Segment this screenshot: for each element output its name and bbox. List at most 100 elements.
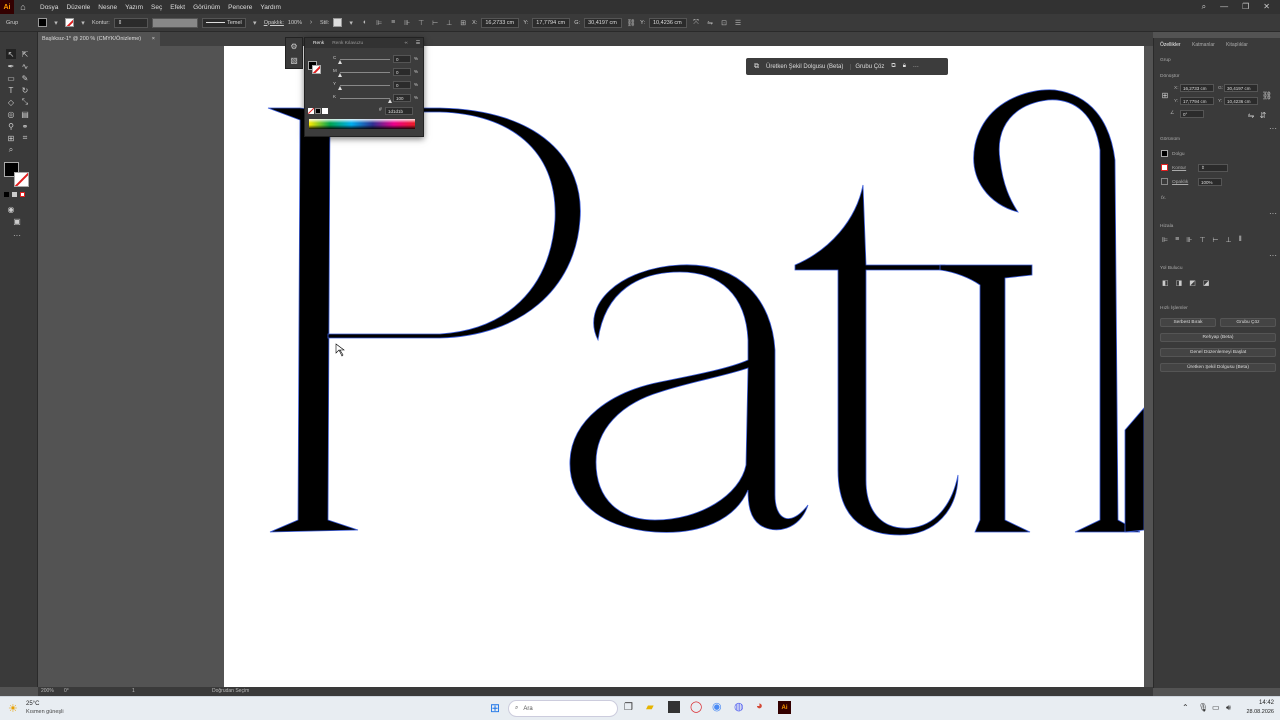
angle-field[interactable]: 0° <box>1180 110 1204 118</box>
panel-menu-icon[interactable]: ☰ <box>416 41 423 46</box>
stroke-label[interactable]: Kontur <box>1172 166 1186 171</box>
magenta-slider[interactable] <box>338 73 342 77</box>
task-view-icon[interactable]: ❐ <box>624 702 633 713</box>
type-tool-icon[interactable]: T <box>6 85 16 95</box>
app-icon[interactable] <box>668 701 680 713</box>
collapse-icon[interactable]: ‹‹ <box>404 41 407 46</box>
minus-front-icon[interactable]: ◨ <box>1176 279 1183 287</box>
height-field[interactable]: 10,4236 cm <box>1224 97 1258 105</box>
browser-icon[interactable]: ◉ <box>712 700 722 713</box>
artboard-tool-icon[interactable]: ⊞ <box>6 133 16 143</box>
eyedropper-tool-icon[interactable]: ⚲ <box>6 121 16 131</box>
close-tab-icon[interactable]: × <box>152 36 160 42</box>
align-buttons[interactable]: ⊫ ≡ ⊪ ⊤ ⊢ ⊥ ⫴ <box>1162 236 1277 244</box>
align-bottom-icon[interactable]: ⊥ <box>444 18 454 28</box>
draw-mode-icon[interactable]: ◉ <box>6 204 16 214</box>
black-value[interactable]: 100 <box>393 94 411 102</box>
align-hcenter-icon[interactable]: ≡ <box>1175 236 1179 244</box>
transform-icon[interactable]: ⤧ <box>691 18 701 28</box>
fill-swatch[interactable] <box>38 18 47 27</box>
menu-select[interactable]: Seç <box>151 4 162 11</box>
tab-layers[interactable]: Katmanlar <box>1192 42 1215 48</box>
eraser-tool-icon[interactable]: ◇ <box>6 97 16 107</box>
tab-color[interactable]: Renk <box>313 41 324 46</box>
link-icon[interactable]: ⛓ <box>626 18 636 28</box>
tray-chevron-icon[interactable]: ⌃ <box>1182 703 1189 712</box>
transform-ref-icon[interactable]: ⊞ <box>458 18 468 28</box>
artboard[interactable] <box>224 46 1144 687</box>
artboard-number[interactable]: 1 <box>132 688 135 694</box>
align-vcenter-icon[interactable]: ⊢ <box>1212 236 1218 244</box>
brush-field[interactable]: Temel <box>201 17 246 28</box>
more-options-button[interactable]: ··· <box>913 64 919 70</box>
global-edit-button[interactable]: Genel Düzenlemeyi Başlat <box>1160 348 1276 357</box>
flip-vertical-icon[interactable]: ⇵ <box>1258 110 1268 120</box>
tab-color-guide[interactable]: Renk Kılavuzu <box>332 41 363 46</box>
opacity-label[interactable]: Opaklık: <box>264 20 284 26</box>
y-field[interactable]: 17,7794 cm <box>1180 97 1214 105</box>
start-icon[interactable]: ⊞ <box>490 701 500 715</box>
magenta-value[interactable]: 0 <box>393 68 411 76</box>
align-middle-icon[interactable]: ⊢ <box>430 18 440 28</box>
width-field[interactable]: 30,4197 cm <box>584 17 623 28</box>
scale-tool-icon[interactable]: ⤡ <box>20 97 30 107</box>
align-top-icon[interactable]: ⊤ <box>1199 236 1205 244</box>
menu-view[interactable]: Görünüm <box>193 4 220 11</box>
y-field[interactable]: 17,7794 cm <box>532 17 571 28</box>
pen-tool-icon[interactable]: ✒ <box>6 61 16 71</box>
clock-time[interactable]: 14:42 <box>1244 700 1274 706</box>
fx-button[interactable]: fx. <box>1161 196 1166 201</box>
release-button[interactable]: Serbest Bırak <box>1160 318 1216 327</box>
yellow-value[interactable]: 0 <box>393 81 411 89</box>
align-right-icon[interactable]: ⊪ <box>1186 236 1192 244</box>
network-icon[interactable]: ▭ <box>1212 703 1220 712</box>
generative-fill-button[interactable]: Üretken Şekil Dolgusu (Beta) <box>766 64 843 70</box>
link-icon[interactable]: ⛓ <box>1262 90 1272 100</box>
weather-desc[interactable]: Kısmen güneşli <box>26 709 64 715</box>
slice-tool-icon[interactable]: ⌗ <box>20 133 30 143</box>
hex-field[interactable]: 1d1d1b <box>385 107 413 115</box>
flip-horizontal-icon[interactable]: ⇋ <box>1246 110 1256 120</box>
more-options-icon[interactable]: ··· <box>1268 123 1278 133</box>
microphone-icon[interactable]: 🎙︎ <box>1198 703 1208 712</box>
generative-fill-icon[interactable]: ⧉ <box>754 63 759 71</box>
chevron-down-icon[interactable]: ▾ <box>51 18 61 28</box>
maximize-icon[interactable]: ❐ <box>1242 2 1249 12</box>
opacity-field[interactable]: 100% <box>1198 178 1222 186</box>
stroke-weight-field[interactable]: ⇕ <box>113 17 148 28</box>
intersect-icon[interactable]: ◩ <box>1189 279 1196 287</box>
taskbar-search[interactable]: ⌕ Ara <box>508 700 618 717</box>
more-tools-icon[interactable]: ··· <box>12 230 22 240</box>
menu-type[interactable]: Yazım <box>125 4 143 11</box>
tab-properties[interactable]: Özellikler <box>1160 42 1181 48</box>
lock-icon[interactable]: 🔒︎ <box>903 63 906 70</box>
align-left-icon[interactable]: ⊫ <box>374 18 384 28</box>
more-options-icon[interactable]: ··· <box>1268 208 1278 218</box>
pathfinder-buttons[interactable]: ◧ ◨ ◩ ◪ <box>1162 279 1222 287</box>
lettering-artwork[interactable] <box>224 46 1144 687</box>
chrome-icon[interactable]: ◕ <box>756 700 763 712</box>
chevron-down-icon[interactable]: ▾ <box>250 18 260 28</box>
panel-menu-icon[interactable]: ☰ <box>733 18 743 28</box>
stroke-swatch[interactable] <box>1161 164 1168 171</box>
clock-date[interactable]: 28.08.2026 <box>1238 709 1274 715</box>
search-icon[interactable]: ⌕ <box>1202 2 1206 12</box>
cyan-value[interactable]: 0 <box>393 55 411 63</box>
menu-help[interactable]: Yardım <box>260 4 280 11</box>
zoom-level[interactable]: 200% <box>41 688 54 694</box>
exclude-icon[interactable]: ◪ <box>1203 279 1210 287</box>
selection-tool-icon[interactable]: ↖ <box>6 49 16 59</box>
chevron-right-icon[interactable]: › <box>306 18 316 28</box>
style-swatch[interactable] <box>333 18 343 27</box>
chevron-down-icon[interactable]: ▾ <box>78 18 88 28</box>
height-field[interactable]: 10,4236 cm <box>649 17 687 28</box>
rectangle-tool-icon[interactable]: ▭ <box>6 73 16 83</box>
more-options-icon[interactable]: ··· <box>1268 250 1278 260</box>
align-right-icon[interactable]: ⊪ <box>402 18 412 28</box>
none-swatch[interactable] <box>308 108 314 114</box>
menu-window[interactable]: Pencere <box>228 4 252 11</box>
align-top-icon[interactable]: ⊤ <box>416 18 426 28</box>
weather-temp[interactable]: 25°C <box>26 701 39 707</box>
isolate-icon[interactable]: ⊡ <box>719 18 729 28</box>
rotation-value[interactable]: 0° <box>64 688 69 694</box>
